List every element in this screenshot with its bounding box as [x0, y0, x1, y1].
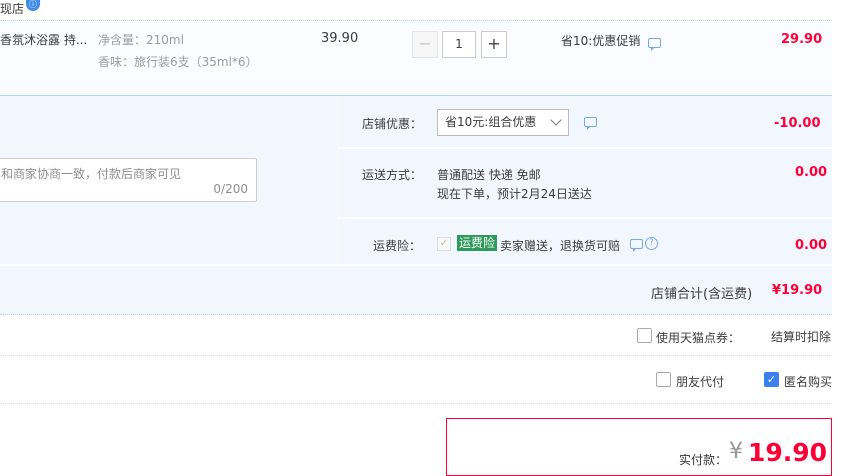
shop-name[interactable]: 现店: [0, 0, 24, 17]
order-item-row: 香氛沐浴露 持... 净含量：210ml 香味：旅行装6支（35ml*6） 39…: [0, 20, 832, 96]
promo-chat-icon[interactable]: [648, 38, 661, 51]
item-promo-label: 省10:优惠促销: [561, 34, 641, 48]
item-unit-price: 39.90: [321, 31, 359, 46]
tmall-points-label: 使用天猫点券：: [656, 331, 741, 345]
options-divider: [337, 96, 338, 264]
buyer-memo-input[interactable]: 和商家协商一致，付款后商家可见 0/200: [0, 158, 257, 202]
info-badge-icon: ⓘ: [26, 0, 40, 11]
anonymous-label: 匿名购买: [784, 375, 833, 389]
store-total-amount: ¥19.90: [772, 283, 823, 298]
currency-symbol: ¥: [729, 439, 743, 464]
store-total-label: 店铺合计(含运费): [651, 287, 753, 302]
memo-placeholder: 和商家协商一致，付款后商家可见: [1, 167, 182, 181]
insurance-amount: 0.00: [795, 238, 828, 253]
item-spec-scent: 香味：旅行装6支（35ml*6）: [98, 55, 258, 69]
store-discount-select[interactable]: 省10元:组合优惠: [437, 109, 569, 136]
anonymous-checkbox[interactable]: ✓: [764, 372, 779, 387]
friend-pay-checkbox[interactable]: [656, 372, 671, 387]
order-options-panel: 和商家协商一致，付款后商家可见 0/200 店铺优惠： 省10元:组合优惠 -1…: [0, 96, 832, 315]
options-row-divider: [338, 217, 832, 219]
insurance-label: 运费险：: [373, 239, 422, 253]
options-row-divider: [0, 264, 832, 266]
buyer-memo-area: 和商家协商一致，付款后商家可见 0/200: [0, 96, 337, 264]
quantity-increase-button[interactable]: +: [481, 31, 507, 58]
section-divider: [0, 355, 832, 356]
shop-header: 现店 ⓘ: [0, 0, 845, 20]
store-discount-selected: 省10元:组合优惠: [445, 115, 537, 129]
discount-chat-icon[interactable]: [584, 117, 597, 130]
store-discount-label: 店铺优惠：: [362, 117, 423, 131]
shipping-eta: 现在下单，预计2月24日送达: [437, 187, 592, 201]
chevron-down-icon: [550, 114, 562, 126]
insurance-chat-icon[interactable]: [630, 239, 643, 252]
shipping-amount: 0.00: [795, 165, 828, 180]
quantity-input[interactable]: 1: [442, 31, 476, 58]
quantity-decrease-button[interactable]: −: [412, 31, 438, 58]
options-row-divider: [338, 147, 832, 149]
item-spec-volume: 净含量：210ml: [98, 33, 184, 47]
insurance-desc: 卖家赠送，退换货可赔: [500, 239, 621, 253]
shipping-method: 普通配送 快递 免邮: [437, 168, 541, 182]
friend-pay-label: 朋友代付: [676, 375, 725, 389]
insurance-checkbox: ✓: [437, 237, 451, 251]
item-title[interactable]: 香氛沐浴露 持...: [0, 31, 87, 48]
shipping-label: 运送方式：: [362, 168, 423, 182]
insurance-tag: 运费险: [457, 235, 498, 251]
store-discount-amount: -10.00: [774, 116, 821, 131]
memo-char-count: 0/200: [213, 182, 248, 196]
payment-amount: 19.90: [748, 438, 828, 467]
help-icon[interactable]: ?: [645, 237, 658, 250]
payment-summary-box: 实付款： ¥ 19.90: [446, 418, 832, 476]
section-divider: [0, 403, 832, 404]
tmall-points-checkbox[interactable]: [637, 328, 652, 343]
item-subtotal: 29.90: [781, 32, 823, 47]
payment-label: 实付款：: [679, 453, 728, 467]
tmall-points-note: 结算时扣除: [771, 330, 832, 344]
